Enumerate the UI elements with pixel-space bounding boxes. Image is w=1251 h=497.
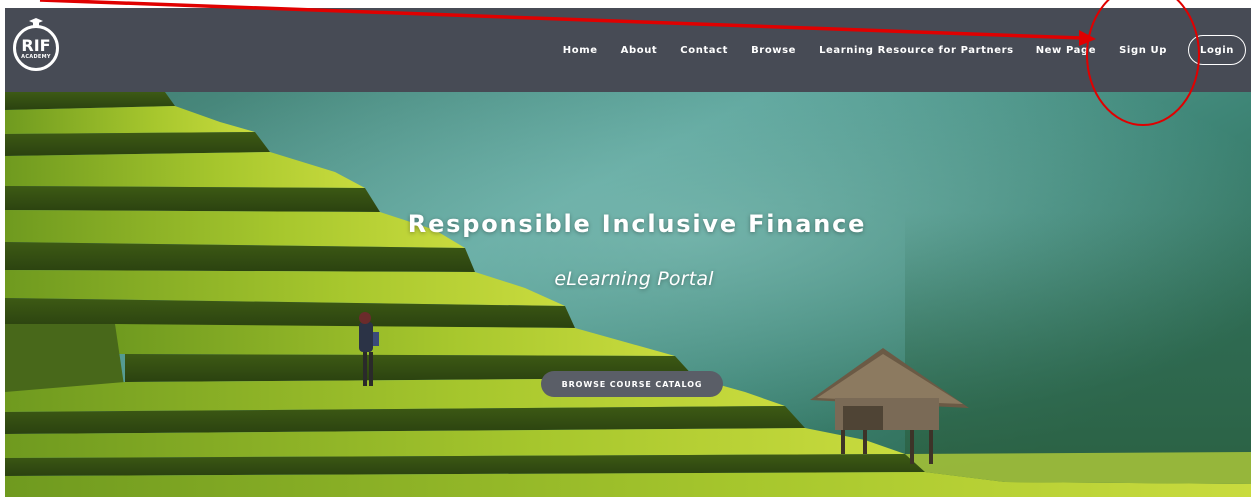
nav-menu: Home About Contact Browse Learning Resou…: [563, 8, 1251, 92]
nav-item-browse[interactable]: Browse: [751, 45, 796, 56]
nav-item-home[interactable]: Home: [563, 45, 598, 56]
top-navbar: RIF ACADEMY Home About Contact Browse Le…: [5, 8, 1251, 92]
graduation-cap-icon: [29, 18, 43, 26]
logo-text: RIF: [21, 36, 51, 55]
nav-item-about[interactable]: About: [621, 45, 658, 56]
browse-course-catalog-button[interactable]: BROWSE COURSE CATALOG: [541, 371, 723, 397]
hero-subtitle: eLearning Portal: [554, 268, 714, 290]
logo-subtext: ACADEMY: [21, 54, 51, 60]
login-button[interactable]: Login: [1188, 35, 1246, 65]
rif-academy-logo[interactable]: RIF ACADEMY: [13, 18, 59, 71]
browser-viewport: RIF ACADEMY Home About Contact Browse Le…: [5, 8, 1251, 497]
hero-title: Responsible Inclusive Finance: [407, 210, 867, 238]
nav-item-contact[interactable]: Contact: [680, 45, 728, 56]
nav-item-learning-resource-for-partners[interactable]: Learning Resource for Partners: [819, 45, 1014, 56]
nav-item-sign-up[interactable]: Sign Up: [1119, 45, 1167, 56]
rice-terrace-background-image: [5, 92, 1251, 497]
nav-item-new-page[interactable]: New Page: [1036, 45, 1096, 56]
hero-banner: Responsible Inclusive Finance eLearning …: [5, 92, 1251, 497]
